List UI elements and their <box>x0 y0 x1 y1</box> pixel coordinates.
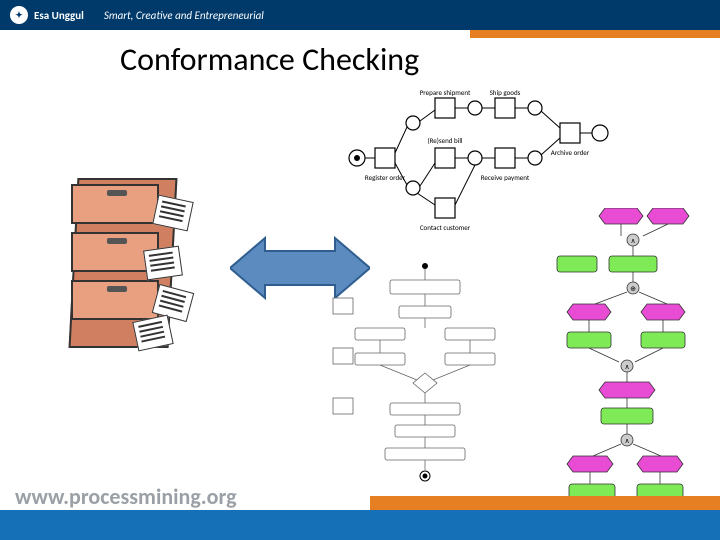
content-area: Register order Prepare shipment Ship goo… <box>25 88 695 480</box>
header-bar: ✦ Esa Unggul Smart, Creative and Entrepr… <box>0 0 720 30</box>
petri-label-prepare: Prepare shipment <box>420 88 471 97</box>
svg-text:∧: ∧ <box>624 436 629 445</box>
university-name: Esa Unggul <box>34 9 84 22</box>
footer-orange-accent <box>370 496 720 510</box>
petri-label-archive: Archive order <box>551 148 590 157</box>
footer-url: www.processmining.org <box>15 483 237 510</box>
petri-label-register: Register order <box>365 173 406 182</box>
logo-icon: ✦ <box>10 6 28 24</box>
filing-cabinet-illustration <box>65 178 195 358</box>
header-accent <box>470 30 720 38</box>
svg-text:∧: ∧ <box>624 362 629 371</box>
petri-label-ship: Ship goods <box>490 88 521 97</box>
flowchart-diagram <box>325 258 525 488</box>
svg-text:∧: ∧ <box>630 236 635 245</box>
epc-diagram: ∧ ⊕ ∧ ∧ <box>555 208 690 508</box>
petri-label-receive: Receive payment <box>481 173 530 182</box>
svg-text:⊕: ⊕ <box>630 284 636 293</box>
petri-label-resend: (Re)send bill <box>427 136 462 145</box>
university-logo: ✦ Esa Unggul <box>10 6 84 24</box>
petri-label-contact: Contact customer <box>420 223 471 232</box>
tagline-text: Smart, Creative and Entrepreneurial <box>104 9 264 22</box>
footer-bar <box>0 510 720 540</box>
